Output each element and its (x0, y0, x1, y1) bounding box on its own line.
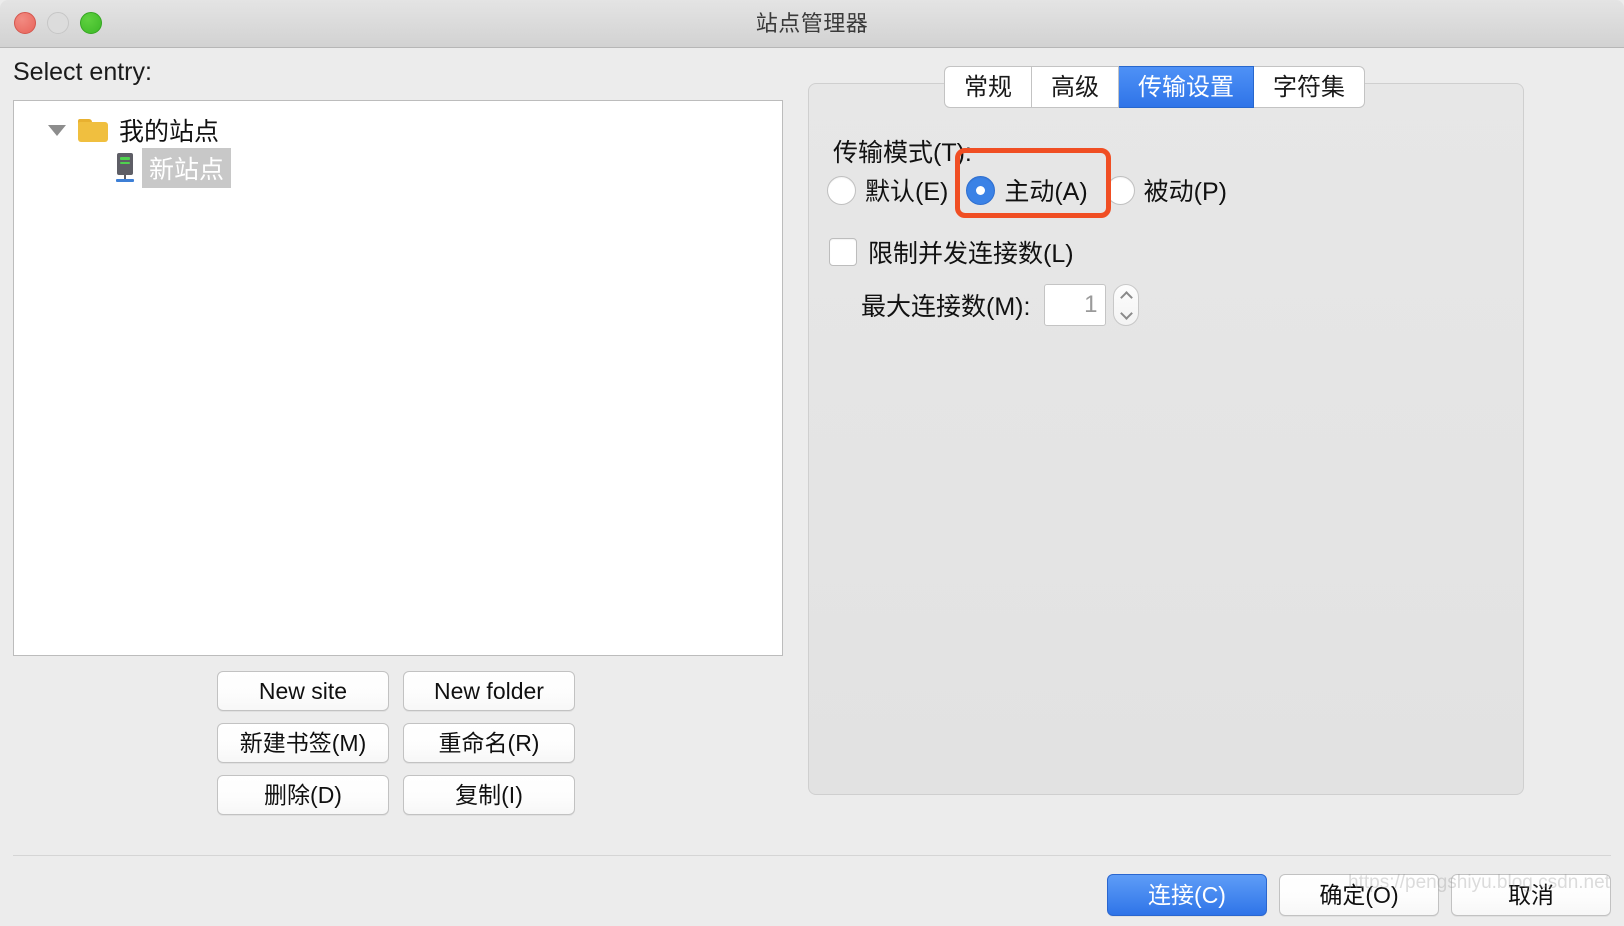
ok-button[interactable]: 确定(O) (1279, 874, 1439, 916)
radio-passive-icon[interactable] (1105, 175, 1135, 205)
radio-option-active[interactable]: 主动(A) (966, 172, 1088, 208)
radio-default-icon[interactable] (827, 175, 856, 205)
chevron-down-icon[interactable] (1120, 306, 1133, 320)
tree-item-label: 新站点 (142, 148, 232, 188)
delete-button[interactable]: 删除(D) (217, 775, 389, 815)
tree-item-label: 我的站点 (119, 118, 220, 146)
max-connections-input[interactable]: 1 (1044, 284, 1107, 326)
radio-option-default[interactable]: 默认(E) (827, 172, 948, 208)
tree-item-new-site[interactable]: 新站点 (114, 148, 232, 188)
duplicate-button[interactable]: 复制(I) (403, 775, 575, 815)
settings-tabbar: 常规 高级 传输设置 字符集 (944, 66, 1365, 108)
chevron-down-icon[interactable] (48, 124, 66, 136)
limit-connections-label: 限制并发连接数(L) (868, 240, 1074, 268)
connect-button[interactable]: 连接(C) (1107, 874, 1267, 916)
new-folder-button[interactable]: New folder (403, 671, 575, 711)
new-site-button[interactable]: New site (217, 671, 389, 711)
transfer-settings-panel: 传输模式(T): 默认(E) 主动(A) 被动(P) 限制并发连接数(L) 最大… (808, 83, 1524, 795)
select-entry-label: Select entry: (13, 58, 152, 86)
title-bar: 站点管理器 (0, 0, 1624, 48)
radio-default-label: 默认(E) (865, 178, 949, 206)
max-connections-label: 最大连接数(M): (861, 293, 1031, 321)
max-connections-stepper[interactable] (1113, 284, 1140, 326)
limit-connections-checkbox[interactable] (829, 238, 857, 266)
radio-passive-label: 被动(P) (1143, 178, 1227, 206)
limit-connections-checkbox-row[interactable]: 限制并发连接数(L) (829, 234, 1074, 270)
folder-icon (78, 118, 108, 142)
tab-transfer-settings[interactable]: 传输设置 (1119, 66, 1254, 108)
radio-active-label: 主动(A) (1004, 178, 1088, 206)
tree-action-buttons: New site New folder 新建书签(M) 重命名(R) 删除(D)… (217, 671, 575, 815)
site-tree[interactable]: 我的站点 新站点 (13, 100, 783, 656)
new-bookmark-button[interactable]: 新建书签(M) (217, 723, 389, 763)
tab-general[interactable]: 常规 (944, 66, 1032, 108)
chevron-up-icon[interactable] (1120, 290, 1133, 304)
window-title: 站点管理器 (755, 11, 869, 36)
radio-option-passive[interactable]: 被动(P) (1105, 172, 1227, 208)
transfer-mode-radio-group: 默认(E) 主动(A) 被动(P) (827, 172, 1245, 208)
radio-active-icon[interactable] (966, 175, 996, 205)
footer-separator (13, 855, 1611, 856)
max-connections-row: 最大连接数(M): 1 (861, 284, 1140, 326)
cancel-button[interactable]: 取消 (1451, 874, 1611, 916)
tab-charset[interactable]: 字符集 (1254, 66, 1365, 108)
rename-button[interactable]: 重命名(R) (403, 723, 575, 763)
tab-advanced[interactable]: 高级 (1032, 66, 1119, 108)
transfer-mode-group-label: 传输模式(T): (833, 139, 972, 167)
server-icon (114, 153, 136, 183)
site-manager-window: 站点管理器 Select entry: 我的站点 新站点 New site Ne… (0, 0, 1624, 926)
footer-action-buttons: 连接(C) 确定(O) 取消 (1107, 874, 1611, 916)
tree-item-my-sites[interactable]: 我的站点 (48, 113, 219, 147)
